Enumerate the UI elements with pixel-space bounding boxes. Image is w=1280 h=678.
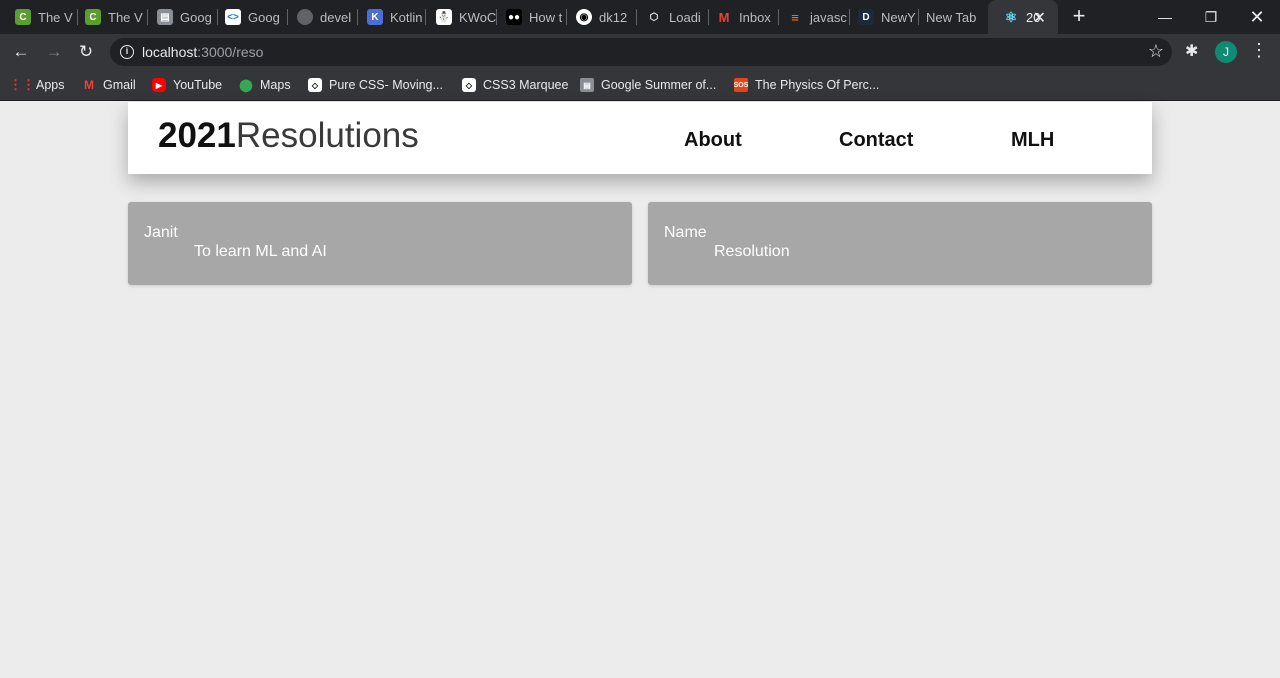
- apps-grid-icon: ⋮⋮: [9, 77, 35, 92]
- brand-year: 2021: [158, 116, 236, 155]
- bookmark-label: Gmail: [103, 78, 136, 92]
- bookmark-apps[interactable]: ⋮⋮ Apps: [9, 70, 65, 100]
- codesandbox-icon: ⬡: [649, 11, 659, 23]
- bookmark-star-icon[interactable]: ☆: [1148, 41, 1164, 62]
- tab[interactable]: C The V: [70, 0, 148, 34]
- tab-title: The V: [108, 9, 143, 25]
- gmail-icon: M: [84, 78, 94, 92]
- medium-icon: ●●: [506, 9, 522, 25]
- bookmarks-bar: ⋮⋮ Apps M Gmail ▶ YouTube ⬤ Maps ◇ Pure …: [0, 70, 1280, 101]
- card-resolution: To learn ML and AI: [194, 243, 327, 260]
- tab-title: Kotlin: [390, 9, 423, 25]
- close-tab-icon[interactable]: ✕: [1033, 8, 1046, 28]
- bookmark-label: The Physics Of Perc...: [755, 78, 880, 92]
- extensions-icon[interactable]: ✱: [1185, 41, 1198, 61]
- tab[interactable]: ⛄ KWoC: [421, 0, 497, 34]
- bookmark-gmail[interactable]: M Gmail: [82, 70, 136, 100]
- resolution-card: Name Resolution: [648, 202, 1152, 285]
- tab-strip: C The V C The V ▤ Goog <> Goog devel K K…: [0, 0, 1280, 34]
- tab-title: dk12: [599, 9, 628, 25]
- site-header: 2021Resolutions About Contact MLH: [128, 102, 1152, 174]
- tab[interactable]: devel: [282, 0, 358, 34]
- stackoverflow-icon: ≡: [791, 9, 799, 25]
- bookmark-label: YouTube: [173, 78, 223, 92]
- restore-icon[interactable]: ❐: [1188, 0, 1234, 34]
- bookmark-physics[interactable]: SOS The Physics Of Perc...: [734, 70, 879, 100]
- google-code-icon: <>: [225, 9, 241, 25]
- profile-avatar[interactable]: J: [1215, 41, 1237, 63]
- tab[interactable]: <> Goog: [210, 0, 288, 34]
- brand-word: Resolutions: [235, 116, 419, 155]
- resolution-card: Janit To learn ML and AI: [128, 202, 632, 285]
- bookmark-label: Pure CSS- Moving...: [329, 78, 443, 92]
- card-name: Janit: [144, 224, 178, 241]
- tab[interactable]: K Kotlin: [352, 0, 426, 34]
- new-tab-button[interactable]: +: [1068, 5, 1090, 27]
- page-viewport: 2021Resolutions About Contact MLH Janit …: [0, 102, 1280, 678]
- tab-active[interactable]: ⚛ 20 ✕: [988, 0, 1058, 34]
- bookmark-youtube[interactable]: ▶ YouTube: [152, 70, 222, 100]
- bookmark-label: Apps: [36, 78, 65, 92]
- globe-icon: [297, 9, 313, 25]
- tab-title: javasc: [810, 9, 847, 25]
- back-icon[interactable]: ←: [9, 40, 33, 64]
- tab[interactable]: ≡ javasc: [772, 0, 850, 34]
- maps-pin-icon: ⬤: [239, 78, 253, 92]
- sos-icon: SOS: [734, 78, 748, 92]
- tab-title: New Tab: [926, 9, 977, 25]
- github-icon: ◉: [576, 9, 592, 25]
- bookmark-maps[interactable]: ⬤ Maps: [239, 70, 291, 100]
- browser-toolbar: ← → ↻ i localhost:3000/reso ☆ ✱: [0, 34, 1280, 70]
- card-resolution: Resolution: [714, 243, 790, 260]
- codechef-icon: C: [15, 9, 31, 25]
- tab-title: Inbox: [739, 9, 771, 25]
- tab[interactable]: ◉ dk12: [561, 0, 637, 34]
- bookmark-pure-css[interactable]: ◇ Pure CSS- Moving...: [308, 70, 443, 100]
- tab-title: Loadi: [669, 9, 701, 25]
- address-bar[interactable]: i localhost:3000/reso ☆: [110, 38, 1172, 66]
- card-name: Name: [664, 224, 707, 241]
- nav-mlh[interactable]: MLH: [1011, 129, 1054, 152]
- codepen-icon: ◇: [462, 78, 476, 92]
- url-text: localhost:3000/reso: [142, 44, 264, 60]
- site-logo[interactable]: 2021Resolutions: [158, 116, 419, 156]
- codepen-icon: ◇: [308, 78, 322, 92]
- tab-title: devel: [320, 9, 352, 25]
- youtube-icon: ▶: [152, 78, 166, 92]
- tab[interactable]: ▤ Goog: [142, 0, 218, 34]
- minimize-icon[interactable]: —: [1142, 0, 1188, 34]
- reload-icon[interactable]: ↻: [74, 40, 98, 64]
- kwoc-icon: ⛄: [436, 9, 452, 25]
- tab-title: Goog: [180, 9, 212, 25]
- bookmark-label: Google Summer of...: [601, 78, 717, 92]
- bookmark-gsoc[interactable]: ▤ Google Summer of...: [580, 70, 716, 100]
- bookmark-css3-marquee[interactable]: ◇ CSS3 Marquee: [462, 70, 568, 100]
- site-info-icon[interactable]: i: [120, 45, 134, 59]
- nav-contact[interactable]: Contact: [839, 129, 913, 152]
- tab-title: The V: [38, 9, 73, 25]
- tab[interactable]: D NewY: [843, 0, 919, 34]
- tab-title: NewY: [881, 9, 916, 25]
- close-window-icon[interactable]: ✕: [1234, 0, 1280, 34]
- codechef-icon: C: [85, 9, 101, 25]
- dev-icon: D: [858, 9, 874, 25]
- react-icon: ⚛: [1004, 8, 1018, 25]
- tab[interactable]: M Inbox: [701, 0, 779, 34]
- tab-title: How t: [529, 9, 563, 25]
- tab[interactable]: New Tab: [912, 0, 988, 34]
- tab-title: Goog: [248, 9, 280, 25]
- google-doc-icon: ▤: [157, 9, 173, 25]
- tab[interactable]: ⬡ Loadi: [631, 0, 709, 34]
- gmail-icon: M: [718, 9, 730, 25]
- browser-menu-icon[interactable]: ⋮: [1250, 40, 1268, 61]
- bookmark-label: Maps: [260, 78, 291, 92]
- tab[interactable]: C The V: [0, 0, 78, 34]
- forward-icon[interactable]: →: [42, 40, 66, 64]
- bookmark-label: CSS3 Marquee: [483, 78, 569, 92]
- tab[interactable]: ●● How t: [491, 0, 567, 34]
- doc-icon: ▤: [580, 78, 594, 92]
- nav-about[interactable]: About: [684, 129, 742, 152]
- kotlin-icon: K: [367, 9, 383, 25]
